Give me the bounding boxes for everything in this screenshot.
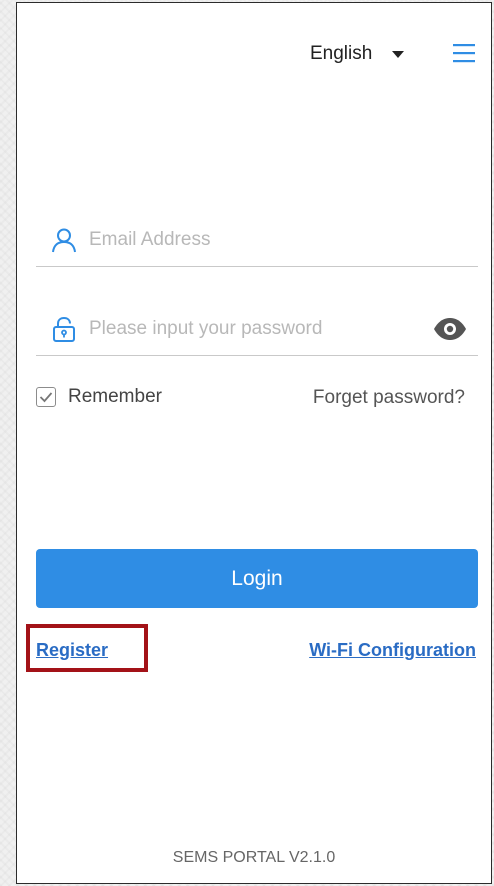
language-selector[interactable]: English xyxy=(310,43,405,65)
email-input[interactable] xyxy=(89,223,419,257)
user-icon xyxy=(52,228,76,253)
forget-password-link[interactable]: Forget password? xyxy=(313,387,465,409)
remember-checkbox[interactable]: Remember xyxy=(36,386,162,408)
password-input[interactable] xyxy=(89,312,419,346)
version-label: SEMS PORTAL V2.1.0 xyxy=(172,849,336,866)
eye-icon[interactable] xyxy=(433,315,467,343)
register-link[interactable]: Register xyxy=(36,640,108,661)
password-field xyxy=(36,309,478,356)
checkmark-icon xyxy=(39,392,53,403)
hamburger-menu-icon[interactable] xyxy=(453,43,475,63)
checkbox-box[interactable] xyxy=(36,387,56,407)
remember-label: Remember xyxy=(68,386,162,407)
email-field xyxy=(36,220,478,267)
wifi-configuration-link[interactable]: Wi-Fi Configuration xyxy=(309,640,476,661)
login-button[interactable]: Login xyxy=(36,549,478,608)
app-screen: English Reme xyxy=(16,2,492,884)
caret-down-icon xyxy=(392,50,405,58)
lock-icon xyxy=(53,316,75,342)
language-label: English xyxy=(310,43,373,64)
